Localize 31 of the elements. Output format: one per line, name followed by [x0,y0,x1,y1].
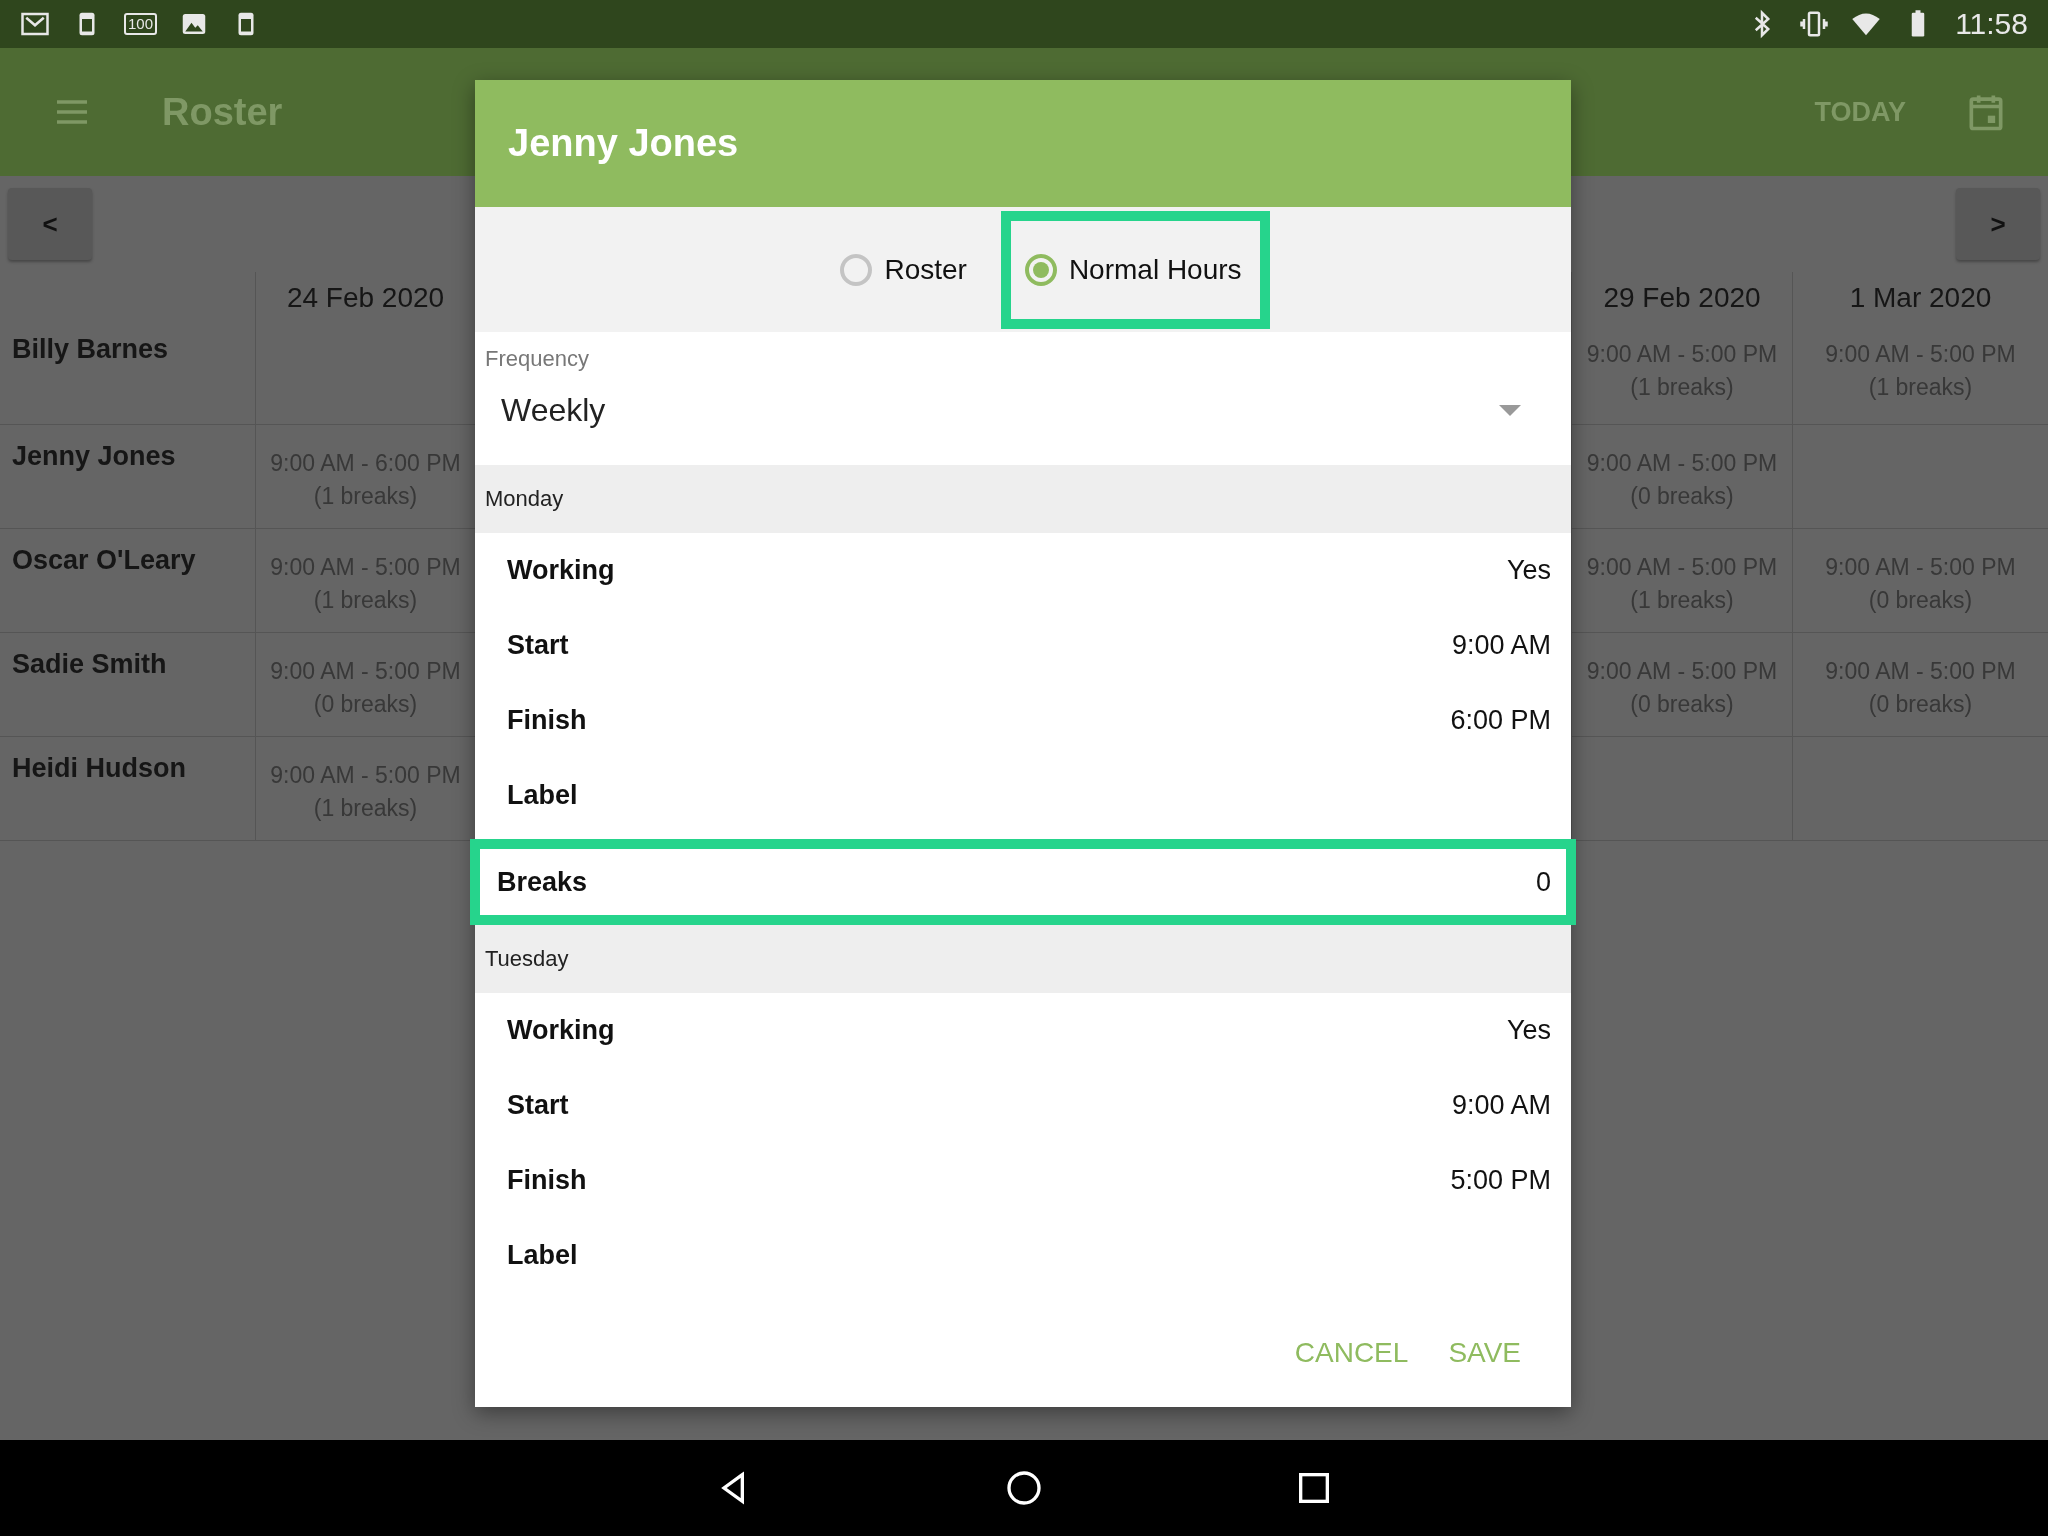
setting-row[interactable]: Finish 5:00 PM [475,1143,1571,1218]
setting-row[interactable]: Finish 6:00 PM [475,683,1571,758]
day-heading: Tuesday [475,925,1571,993]
field-label: Frequency [485,346,590,372]
employee-name: Heidi Hudson [12,753,186,783]
dialog-title: Jenny Jones [475,80,1571,207]
setting-row[interactable]: Start 9:00 AM [475,608,1571,683]
setting-row[interactable]: Label [475,1218,1571,1293]
caret-icon [1499,404,1521,417]
employee-name: Jenny Jones [12,441,176,471]
home-icon [1004,1468,1044,1508]
radio-icon[interactable] [840,253,873,286]
setting-row[interactable]: Start 9:00 AM [475,1068,1571,1143]
employee-name: Billy Barnes [12,334,169,364]
day-heading: Monday [475,465,1571,533]
battery-level-icon: 100 [124,13,158,35]
date-heading: 24 Feb 2020 [286,282,445,314]
frequency-dropdown[interactable]: Weekly [485,372,1561,429]
employee-name: Sadie Smith [12,649,167,679]
setting-row[interactable]: Label [475,758,1571,833]
setting-row[interactable]: Breaks 0 [470,839,1576,925]
date-heading: 29 Feb 2020 [1603,282,1761,314]
vibrate-icon [1799,9,1830,39]
setting-row[interactable]: Working Yes [475,533,1571,608]
clock-time: 11:58 [1955,7,2028,41]
radio-icon[interactable] [1024,253,1057,286]
radio-option[interactable]: Normal Hours [1000,210,1270,329]
setting-row[interactable]: Working Yes [475,993,1571,1068]
employee-name: Oscar O'Leary [12,545,196,575]
radio-option[interactable]: Roster [816,210,995,329]
date-heading: 1 Mar 2020 [1849,282,1992,314]
